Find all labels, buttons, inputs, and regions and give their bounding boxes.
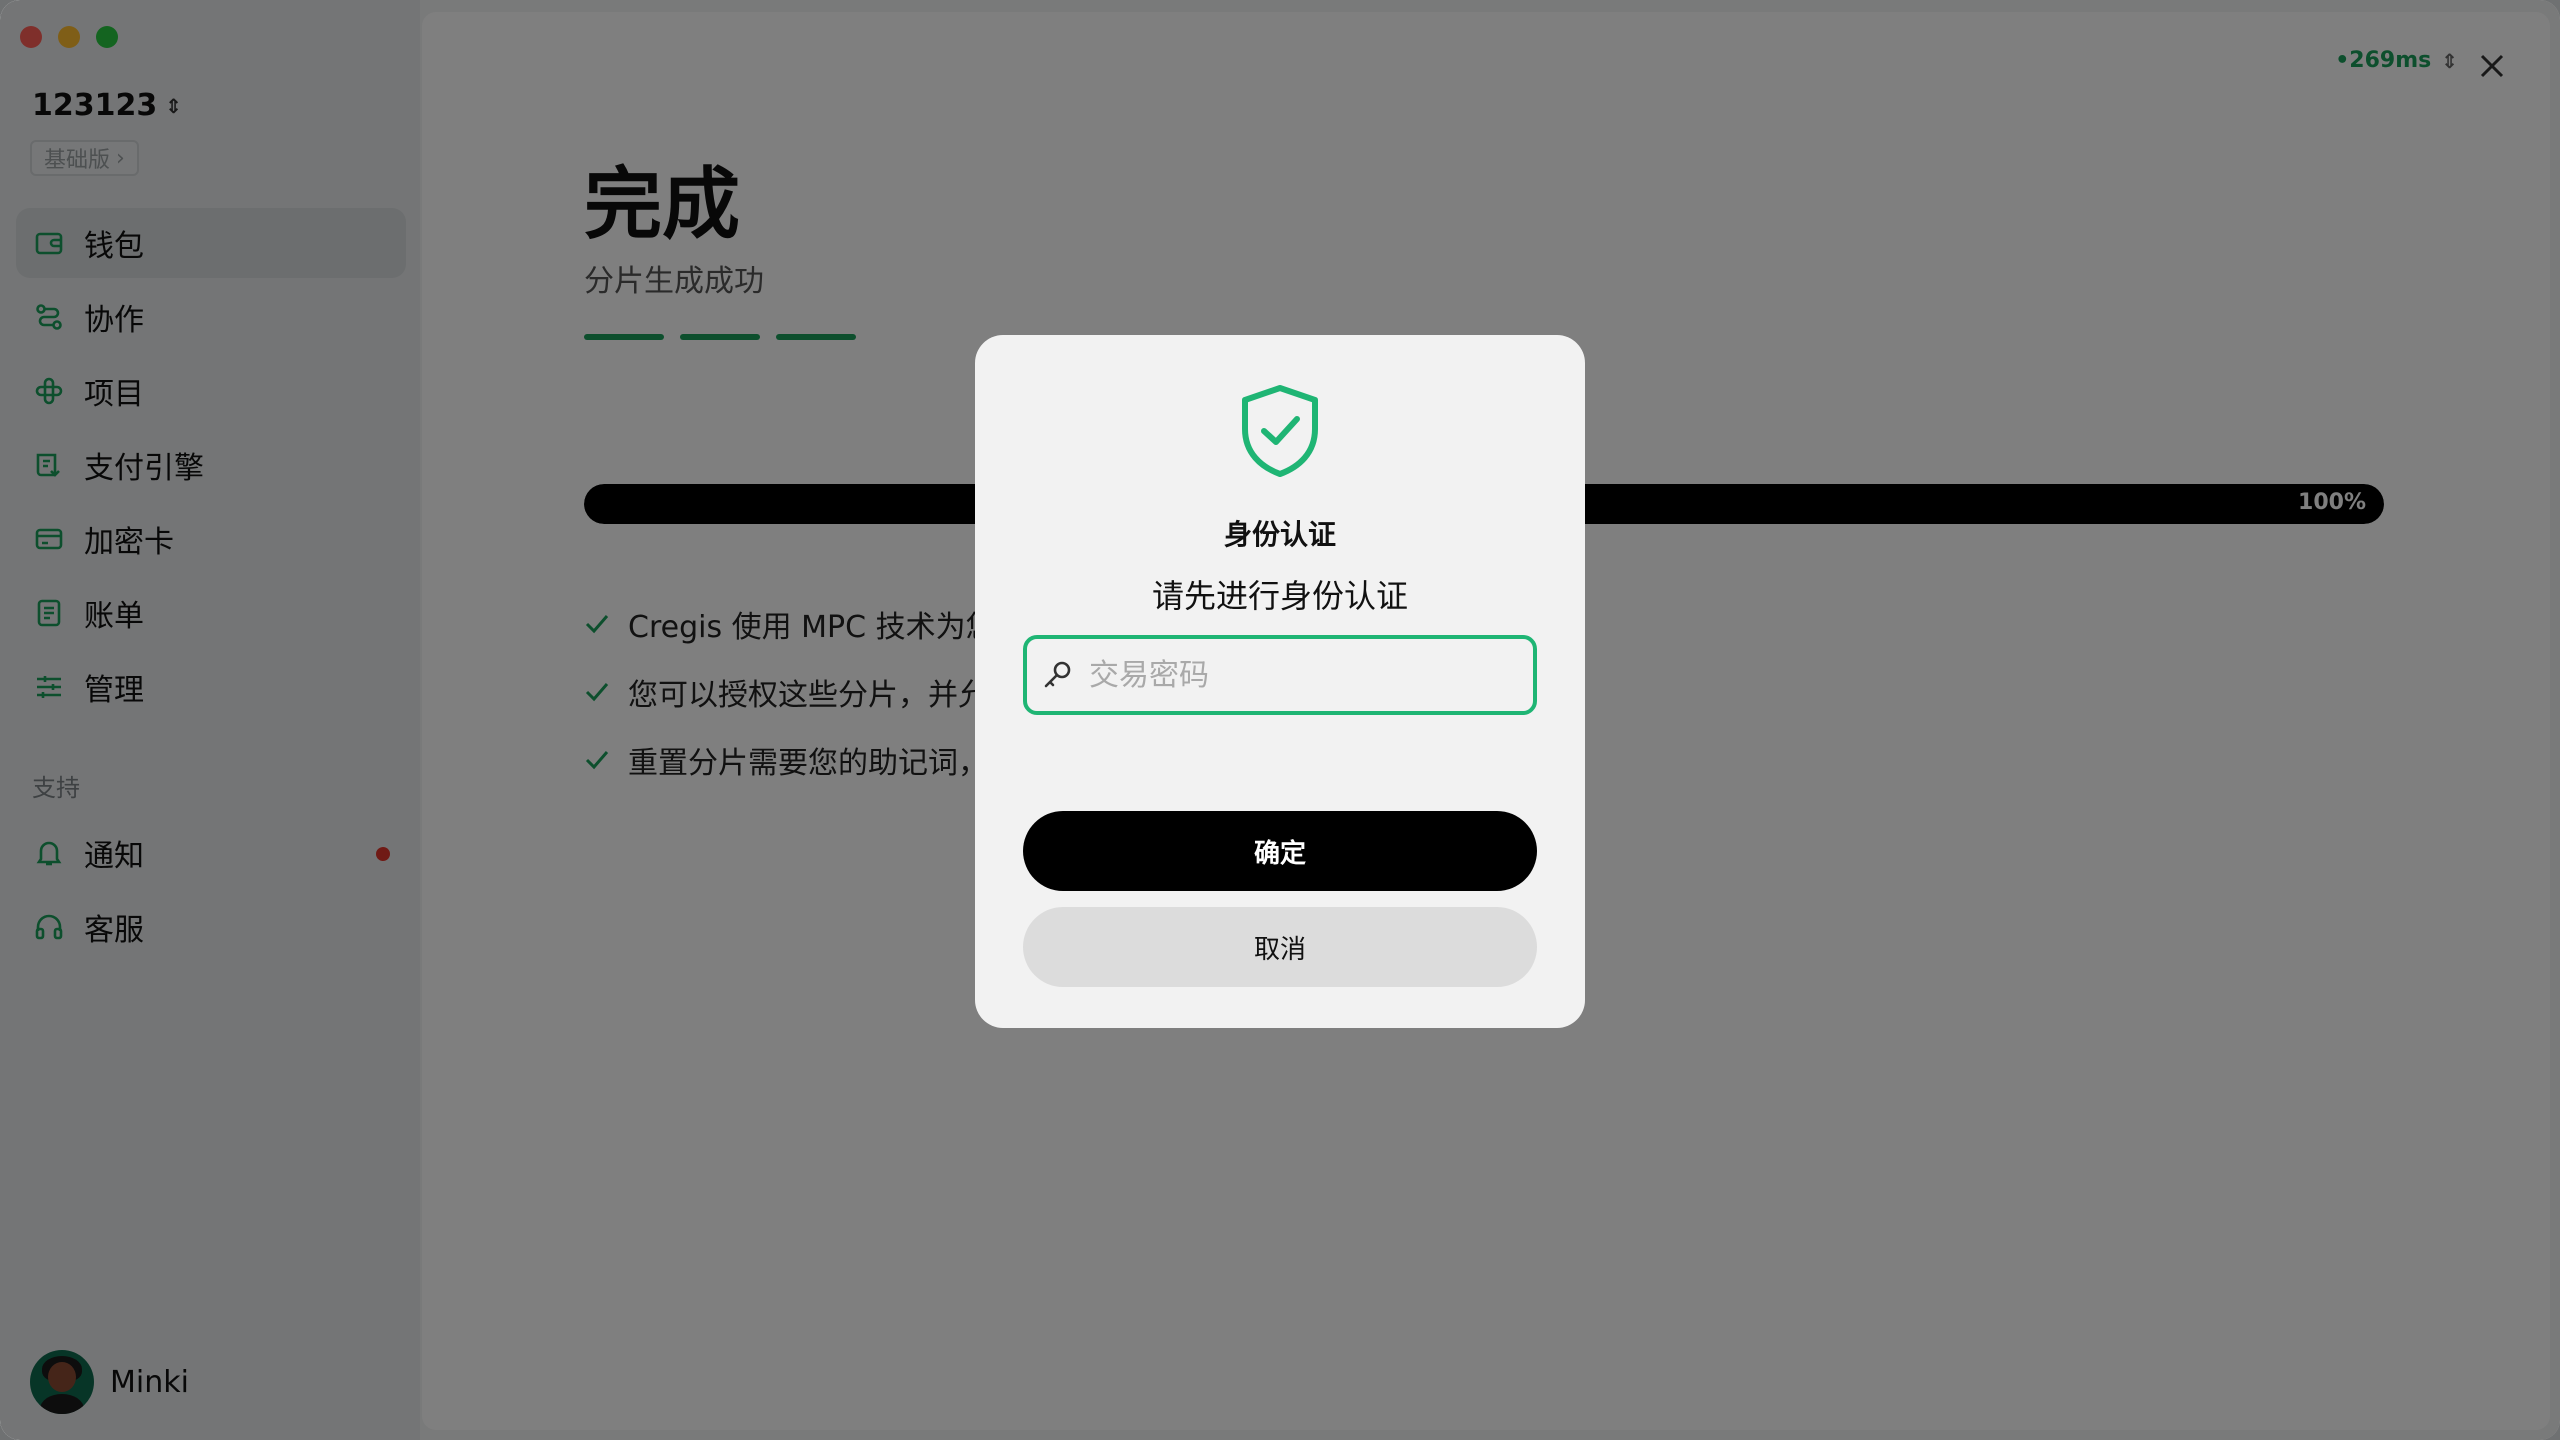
auth-modal: 身份认证 请先进行身份认证 确定 取消 <box>975 335 1585 1028</box>
modal-title: 身份认证 <box>1223 518 1336 551</box>
password-input[interactable] <box>1089 657 1509 693</box>
shield-check-icon <box>1242 385 1318 477</box>
app-window: 123123 ⇕ 基础版 › 钱包 协作 <box>0 0 2560 1440</box>
confirm-button[interactable]: 确定 <box>1023 811 1537 891</box>
modal-message: 请先进行身份认证 <box>1151 577 1408 615</box>
key-icon <box>1044 661 1071 688</box>
password-field[interactable] <box>1023 635 1537 715</box>
cancel-button[interactable]: 取消 <box>1023 907 1537 987</box>
